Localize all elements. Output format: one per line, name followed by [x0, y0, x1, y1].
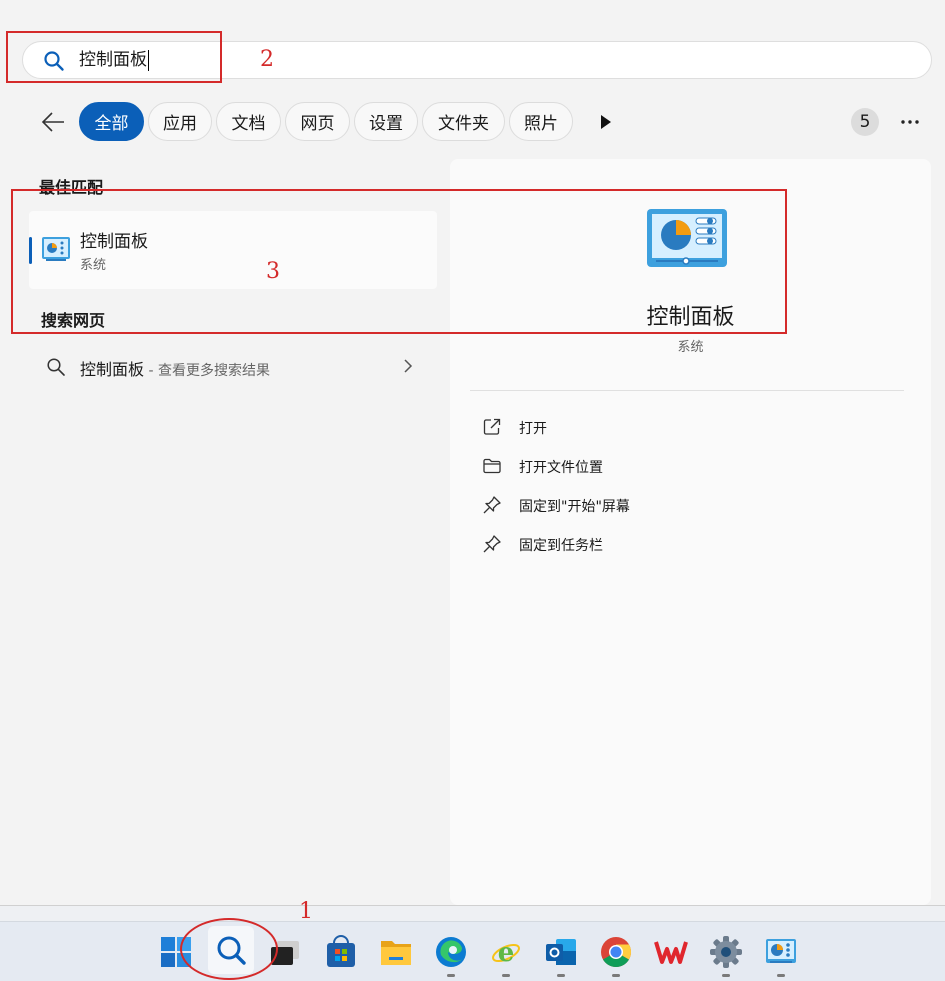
detail-subtitle: 系统	[677, 340, 704, 355]
result-count-badge: 5	[851, 108, 879, 136]
running-indicator	[502, 974, 510, 977]
action-open-file-location[interactable]: 打开文件位置	[482, 451, 882, 481]
taskbar-control-panel-button[interactable]	[762, 933, 800, 977]
running-indicator	[722, 974, 730, 977]
action-label: 固定到"开始"屏幕	[519, 499, 630, 515]
back-arrow-icon	[41, 112, 64, 132]
svg-text:e: e	[498, 938, 515, 968]
annotation-box-2	[6, 31, 222, 83]
file-explorer-icon	[381, 941, 411, 965]
store-icon	[327, 935, 355, 967]
annotation-number-2: 2	[260, 47, 274, 72]
outlook-icon	[546, 939, 576, 965]
taskbar-settings-button[interactable]	[707, 933, 745, 977]
taskbar-edge-button[interactable]	[432, 933, 470, 977]
chrome-icon	[601, 937, 632, 968]
taskbar	[0, 921, 945, 981]
action-label: 打开	[519, 421, 547, 437]
filter-settings[interactable]: 设置	[354, 102, 418, 141]
control-panel-icon	[766, 939, 796, 963]
more-filters-button[interactable]	[597, 113, 615, 131]
web-search-result[interactable]: 控制面板 - 查看更多搜索结果	[40, 348, 426, 384]
filter-apps[interactable]: 应用	[148, 102, 212, 141]
folder-icon	[483, 458, 501, 474]
filter-web[interactable]: 网页	[285, 102, 350, 141]
running-indicator	[447, 974, 455, 977]
play-arrow-icon	[601, 115, 611, 129]
taskbar-file-explorer-button[interactable]	[377, 933, 415, 971]
running-indicator	[777, 974, 785, 977]
pin-icon	[483, 496, 501, 514]
taskbar-ie-button[interactable]: e	[487, 933, 525, 977]
action-open[interactable]: 打开	[482, 412, 882, 442]
ellipsis-icon	[901, 120, 919, 124]
annotation-circle-1	[180, 918, 278, 980]
action-pin-to-start[interactable]: 固定到"开始"屏幕	[482, 490, 882, 520]
settings-icon	[710, 936, 742, 968]
web-search-query: 控制面板	[80, 360, 145, 379]
web-search-text: 控制面板 - 查看更多搜索结果	[80, 356, 270, 380]
action-pin-to-taskbar[interactable]: 固定到任务栏	[482, 529, 882, 559]
filter-folders[interactable]: 文件夹	[422, 102, 505, 141]
filter-all[interactable]: 全部	[79, 102, 144, 141]
taskbar-wps-button[interactable]	[652, 933, 690, 971]
taskbar-store-button[interactable]	[322, 933, 360, 971]
edge-icon	[436, 937, 466, 967]
annotation-box-3	[11, 189, 787, 334]
annotation-number-3: 3	[266, 259, 280, 284]
divider	[470, 390, 904, 391]
taskbar-chrome-button[interactable]	[597, 933, 635, 977]
running-indicator	[557, 974, 565, 977]
wps-icon	[654, 941, 688, 964]
chevron-right-icon	[404, 359, 413, 373]
filter-photos[interactable]: 照片	[509, 102, 573, 141]
action-label: 打开文件位置	[519, 460, 603, 476]
taskbar-outlook-button[interactable]	[542, 933, 580, 977]
back-button[interactable]	[38, 108, 68, 136]
more-options-button[interactable]	[896, 110, 924, 134]
filter-documents[interactable]: 文档	[216, 102, 281, 141]
open-external-icon	[483, 418, 501, 435]
pin-icon	[483, 535, 501, 553]
action-label: 固定到任务栏	[519, 538, 603, 554]
running-indicator	[612, 974, 620, 977]
ie-icon: e	[492, 938, 520, 968]
search-icon	[47, 358, 65, 376]
web-search-suffix: - 查看更多搜索结果	[144, 363, 270, 379]
annotation-number-1: 1	[299, 899, 313, 924]
start-search-panel: 控制面板 全部 应用 文档 网页 设置 文件夹 照片 5 最佳匹配 控制面板 系…	[0, 0, 945, 906]
